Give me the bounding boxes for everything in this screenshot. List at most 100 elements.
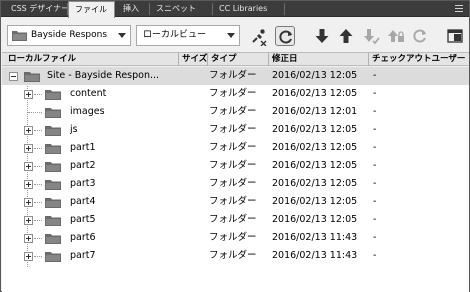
tab-divider xyxy=(284,3,285,15)
expand-icon[interactable] xyxy=(24,126,33,135)
file-name: images xyxy=(70,106,105,117)
file-row[interactable]: images フォルダー 2016/02/13 12:01 - xyxy=(2,103,469,121)
file-checked-out: - xyxy=(373,178,377,189)
column-checked-out[interactable]: チェックアウトユーザー xyxy=(369,53,469,66)
check-out-button[interactable] xyxy=(361,26,381,46)
check-in-icon xyxy=(388,30,404,42)
file-row[interactable]: part6 フォルダー 2016/02/13 11:43 - xyxy=(2,229,469,247)
tab-insert[interactable]: 挿入 xyxy=(117,1,147,17)
column-modified[interactable]: 修正日 xyxy=(269,53,368,66)
file-modified: 2016/02/13 11:43 xyxy=(272,232,358,243)
disconnect-button[interactable] xyxy=(249,26,269,46)
expand-icon[interactable] xyxy=(24,144,33,153)
tree-guide-line xyxy=(34,94,42,95)
folder-icon xyxy=(45,198,61,208)
expand-icon[interactable] xyxy=(24,198,33,207)
folder-icon xyxy=(45,162,61,172)
get-arrow-icon xyxy=(315,29,329,43)
tree-guide-line xyxy=(34,220,42,221)
file-name: part6 xyxy=(70,232,96,243)
tree-guide-line xyxy=(34,148,42,149)
expand-icon[interactable] xyxy=(24,252,33,261)
file-modified: 2016/02/13 12:05 xyxy=(272,88,358,99)
tab-cc-libraries[interactable]: CC Libraries xyxy=(213,1,283,17)
folder-icon xyxy=(45,108,61,118)
tab-css-designer[interactable]: CSS デザイナー xyxy=(5,1,69,17)
file-type: フォルダー xyxy=(209,250,257,261)
expand-icon[interactable] xyxy=(24,180,33,189)
file-type: フォルダー xyxy=(209,232,257,243)
file-modified: 2016/02/13 12:05 xyxy=(272,196,358,207)
folder-icon xyxy=(24,72,40,82)
file-list: Site - Bayside Respon... フォルダー 2016/02/13 … xyxy=(2,67,469,292)
expand-icon[interactable] xyxy=(24,162,33,171)
collapse-icon[interactable] xyxy=(9,72,18,81)
sync-button[interactable] xyxy=(410,26,430,46)
folder-icon xyxy=(45,180,61,190)
column-type[interactable]: タイプ xyxy=(208,53,268,66)
file-checked-out: - xyxy=(373,214,377,225)
file-name: js xyxy=(70,124,78,135)
file-modified: 2016/02/13 11:43 xyxy=(272,250,358,261)
tab-snippets[interactable]: スニペット xyxy=(150,1,210,17)
file-type: フォルダー xyxy=(209,196,257,207)
file-checked-out: - xyxy=(373,160,377,171)
get-button[interactable] xyxy=(312,26,332,46)
expand-icon[interactable] xyxy=(24,90,33,99)
files-toolbar: Bayside Respons ローカルビュー xyxy=(1,18,469,52)
folder-icon xyxy=(12,31,27,41)
file-type: フォルダー xyxy=(209,142,257,153)
folder-icon xyxy=(45,234,61,244)
file-checked-out: - xyxy=(373,124,377,135)
chevron-down-icon xyxy=(227,33,235,38)
folder-icon xyxy=(45,216,61,226)
file-checked-out: - xyxy=(373,196,377,207)
file-type: フォルダー xyxy=(209,160,257,171)
expand-button[interactable] xyxy=(445,26,465,46)
file-row[interactable]: part1 フォルダー 2016/02/13 12:05 - xyxy=(2,139,469,157)
refresh-icon xyxy=(279,30,292,44)
file-row[interactable]: part7 フォルダー 2016/02/13 11:43 - xyxy=(2,247,469,265)
file-name: part3 xyxy=(70,178,96,189)
expand-icon[interactable] xyxy=(24,216,33,225)
file-type: フォルダー xyxy=(209,106,257,117)
tree-guide-line xyxy=(34,184,42,185)
column-size[interactable]: サイズ xyxy=(179,53,207,66)
file-modified: 2016/02/13 12:05 xyxy=(272,160,358,171)
file-row[interactable]: part4 フォルダー 2016/02/13 12:05 - xyxy=(2,193,469,211)
file-row[interactable]: part2 フォルダー 2016/02/13 12:05 - xyxy=(2,157,469,175)
view-select[interactable]: ローカルビュー xyxy=(136,25,240,46)
file-checked-out: - xyxy=(373,106,377,117)
site-select[interactable]: Bayside Respons xyxy=(7,25,131,46)
put-arrow-icon xyxy=(339,29,353,43)
column-local-files[interactable]: ローカルファイル xyxy=(5,53,175,66)
file-name: part1 xyxy=(70,142,96,153)
folder-icon xyxy=(45,90,61,100)
site-root-row[interactable]: Site - Bayside Respon... フォルダー 2016/02/13 … xyxy=(2,67,469,85)
file-list-header: ローカルファイル サイズ タイプ 修正日 チェックアウトユーザー xyxy=(2,52,469,66)
file-row[interactable]: content フォルダー 2016/02/13 12:05 - xyxy=(2,85,469,103)
file-checked-out: - xyxy=(373,232,377,243)
expand-icon[interactable] xyxy=(24,234,33,243)
tab-files[interactable]: ファイル xyxy=(68,1,115,18)
file-modified: 2016/02/13 12:05 xyxy=(272,70,358,81)
file-name: part2 xyxy=(70,160,96,171)
file-checked-out: - xyxy=(373,142,377,153)
tree-guide-line xyxy=(34,256,42,257)
files-panel: CSS デザイナー ファイル 挿入 スニペット CC Libraries Bay… xyxy=(0,0,470,292)
file-checked-out: - xyxy=(373,250,377,261)
panel-menu-icon[interactable] xyxy=(451,3,463,13)
folder-icon xyxy=(45,252,61,262)
file-row[interactable]: part3 フォルダー 2016/02/13 12:05 - xyxy=(2,175,469,193)
refresh-button[interactable] xyxy=(275,26,295,46)
file-name: part7 xyxy=(70,250,96,261)
site-select-value: Bayside Respons xyxy=(31,30,108,40)
file-row[interactable]: part5 フォルダー 2016/02/13 12:05 - xyxy=(2,211,469,229)
check-in-button[interactable] xyxy=(386,26,406,46)
file-type: フォルダー xyxy=(209,124,257,135)
file-name: part4 xyxy=(70,196,96,207)
file-row[interactable]: js フォルダー 2016/02/13 12:05 - xyxy=(2,121,469,139)
view-select-value: ローカルビュー xyxy=(143,30,207,40)
file-type: フォルダー xyxy=(209,178,257,189)
put-button[interactable] xyxy=(336,26,356,46)
